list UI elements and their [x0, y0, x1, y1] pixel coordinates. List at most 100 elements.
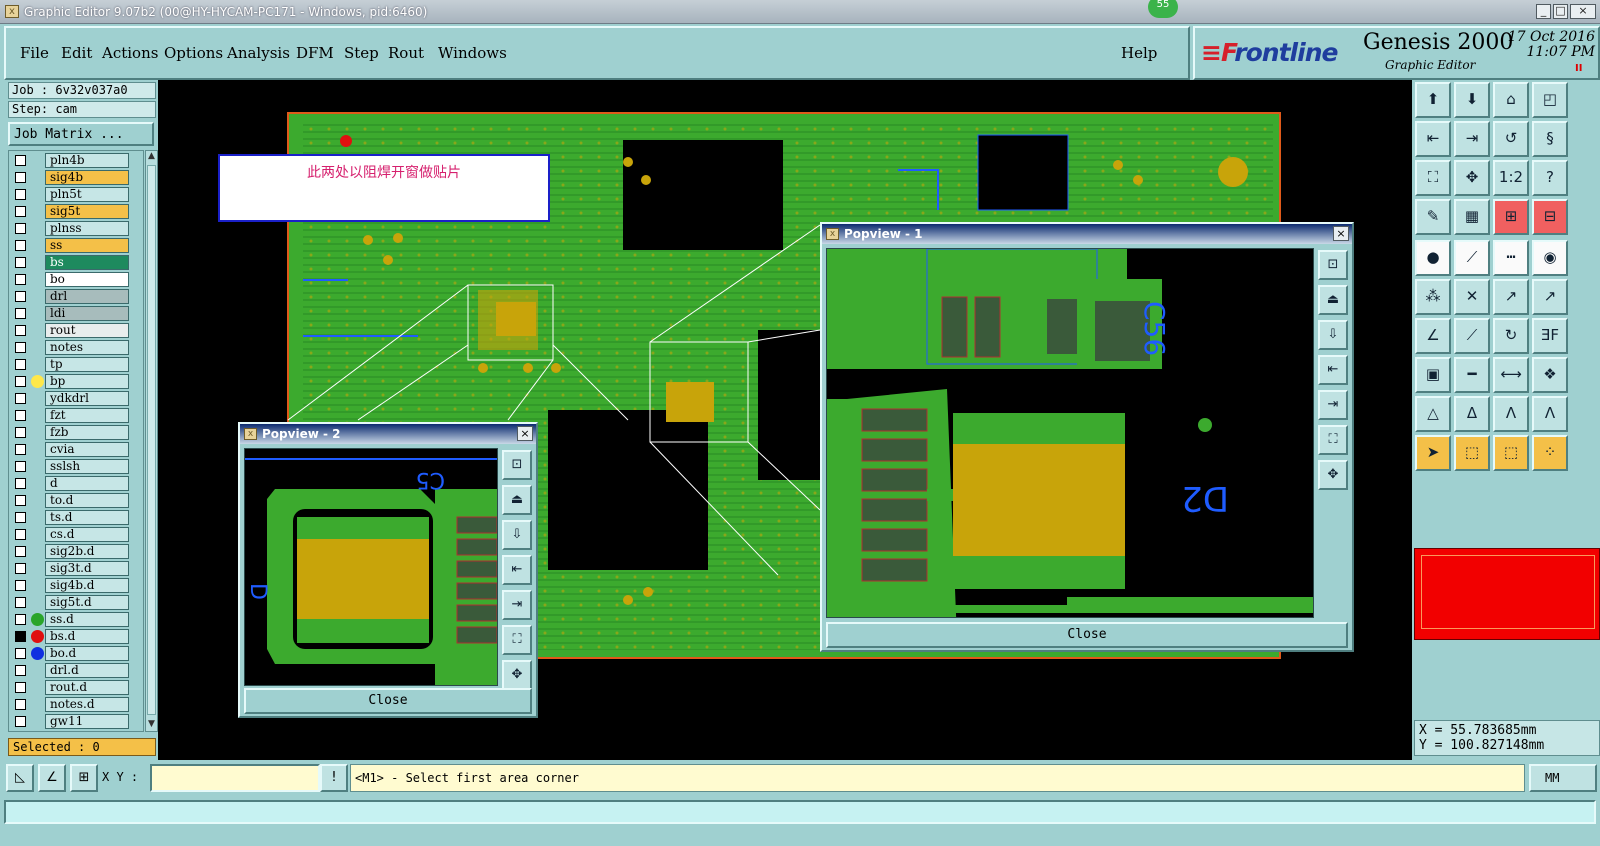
layer-row[interactable]: cvia — [9, 442, 143, 457]
popview-1-close-button[interactable]: Close — [826, 622, 1348, 648]
layer-row[interactable]: bo.d — [9, 646, 143, 661]
fit-all-icon[interactable]: ⛶ — [1415, 160, 1451, 196]
layer-checkbox[interactable] — [15, 614, 26, 625]
layer-name[interactable]: sig5t.d — [45, 595, 129, 610]
popview-1-zoom-in-icon[interactable]: ⏏ — [1318, 285, 1348, 315]
menu-windows[interactable]: Windows — [438, 44, 507, 62]
layer-name[interactable]: notes — [45, 340, 129, 355]
layer-name[interactable]: to.d — [45, 493, 129, 508]
overview-preview[interactable] — [1414, 548, 1600, 640]
layer-checkbox[interactable] — [15, 546, 26, 557]
add-surface-icon[interactable]: ◉ — [1532, 240, 1568, 276]
move-icon[interactable]: ↗ — [1493, 279, 1529, 315]
units-select[interactable]: MM — [1529, 764, 1597, 792]
layer-checkbox[interactable] — [15, 427, 26, 438]
menu-edit[interactable]: Edit — [61, 44, 92, 62]
triangle-c-icon[interactable]: Λ — [1532, 396, 1568, 432]
layer-checkbox[interactable] — [15, 461, 26, 472]
layer-checkbox[interactable] — [15, 257, 26, 268]
layer-checkbox[interactable] — [15, 342, 26, 353]
layer-checkbox[interactable] — [15, 682, 26, 693]
layer-checkbox[interactable] — [15, 563, 26, 574]
rotate-icon[interactable]: ↻ — [1493, 318, 1529, 354]
cut-icon[interactable]: ✕ — [1454, 279, 1490, 315]
layer-row[interactable]: gw11 — [9, 714, 143, 729]
layer-checkbox[interactable] — [15, 172, 26, 183]
job-matrix-button[interactable]: Job Matrix ... — [8, 122, 154, 146]
layer-row[interactable]: bs — [9, 255, 143, 270]
popview-1-fit-icon[interactable]: ⊡ — [1318, 250, 1348, 280]
layer-name[interactable]: sig5t — [45, 204, 129, 219]
layer-row[interactable]: to.d — [9, 493, 143, 508]
layer-row[interactable]: ss.d — [9, 612, 143, 627]
layer-row[interactable]: sig3t.d — [9, 561, 143, 576]
popview-1-view[interactable]: D2 C56 — [826, 248, 1314, 618]
minimize-button[interactable]: _ — [1536, 4, 1551, 19]
alert-icon[interactable]: ! — [320, 764, 348, 792]
layer-checkbox[interactable] — [15, 444, 26, 455]
layer-row[interactable]: sig5t.d — [9, 595, 143, 610]
layer-name[interactable]: pln5t — [45, 187, 129, 202]
layer-row[interactable]: drl — [9, 289, 143, 304]
center-icon[interactable]: ✥ — [1454, 160, 1490, 196]
snap-icon[interactable]: ⊞ — [1493, 199, 1529, 235]
group-icon[interactable]: ❖ — [1532, 357, 1568, 393]
net-select-icon[interactable]: ⁘ — [1532, 435, 1568, 471]
layer-name[interactable]: drl.d — [45, 663, 129, 678]
layer-row[interactable]: sig2b.d — [9, 544, 143, 559]
popview-2-view[interactable]: D C5 — [244, 448, 498, 686]
pointer-select-icon[interactable]: ⬚ — [1493, 435, 1529, 471]
scroll-down-arrow[interactable]: ▼ — [146, 719, 157, 731]
layer-row[interactable]: pln5t — [9, 187, 143, 202]
layer-checkbox[interactable] — [15, 274, 26, 285]
layer-row[interactable]: notes.d — [9, 697, 143, 712]
popview-2-close-button[interactable]: Close — [244, 688, 532, 714]
layer-name[interactable]: cvia — [45, 442, 129, 457]
layer-row[interactable]: bo — [9, 272, 143, 287]
layer-checkbox[interactable] — [15, 308, 26, 319]
layer-checkbox[interactable] — [15, 580, 26, 591]
previous-view-icon[interactable]: ↺ — [1493, 121, 1529, 157]
measure-icon[interactable]: ✎ — [1415, 199, 1451, 235]
popview-2-fit-all-icon[interactable]: ⛶ — [502, 625, 532, 655]
layer-name[interactable]: bs — [45, 255, 129, 270]
draw-segment-icon[interactable]: ⟋ — [1454, 318, 1490, 354]
popview-2-close-icon[interactable]: × — [517, 426, 533, 441]
popview-2-pan-right-icon[interactable]: ⇥ — [502, 590, 532, 620]
help-query-icon[interactable]: ? — [1532, 160, 1568, 196]
grid-icon[interactable]: ▦ — [1454, 199, 1490, 235]
menu-analysis[interactable]: Analysis — [227, 44, 290, 62]
layer-name[interactable]: tp — [45, 357, 129, 372]
layer-checkbox[interactable] — [15, 189, 26, 200]
menu-dfm[interactable]: DFM — [296, 44, 334, 62]
popview-2-zoom-in-icon[interactable]: ⏏ — [502, 485, 532, 515]
popview-1-pan-left-icon[interactable]: ⇤ — [1318, 355, 1348, 385]
menu-file[interactable]: File — [20, 44, 49, 62]
triangle-b-icon[interactable]: Λ — [1493, 396, 1529, 432]
layer-row[interactable]: sig5t — [9, 204, 143, 219]
layer-checkbox[interactable] — [15, 223, 26, 234]
layer-name[interactable]: ydkdrl — [45, 391, 129, 406]
pointer-icon[interactable]: ➤ — [1415, 435, 1451, 471]
layer-checkbox[interactable] — [15, 291, 26, 302]
home-icon[interactable]: ⌂ — [1493, 82, 1529, 118]
layer-name[interactable]: bp — [45, 374, 129, 389]
zoom-out-icon[interactable]: ⬇ — [1454, 82, 1490, 118]
popview-1-fit-all-icon[interactable]: ⛶ — [1318, 425, 1348, 455]
select-box-icon[interactable]: ▣ — [1415, 357, 1451, 393]
xy-input[interactable] — [150, 764, 320, 792]
popview-1-zoom-out-icon[interactable]: ⇩ — [1318, 320, 1348, 350]
layer-row[interactable]: rout — [9, 323, 143, 338]
close-window-button[interactable]: × — [1570, 4, 1596, 19]
pause-icon[interactable]: II — [1575, 63, 1582, 74]
layer-row[interactable]: ss — [9, 238, 143, 253]
layer-row[interactable]: plnss — [9, 221, 143, 236]
line-select-icon[interactable]: ━ — [1454, 357, 1490, 393]
layer-name[interactable]: bo.d — [45, 646, 129, 661]
layer-row[interactable]: drl.d — [9, 663, 143, 678]
layer-row[interactable]: d — [9, 476, 143, 491]
draw-arc-icon[interactable]: ∠ — [1415, 318, 1451, 354]
layer-row[interactable]: cs.d — [9, 527, 143, 542]
layer-checkbox[interactable] — [15, 410, 26, 421]
layer-row[interactable]: fzb — [9, 425, 143, 440]
